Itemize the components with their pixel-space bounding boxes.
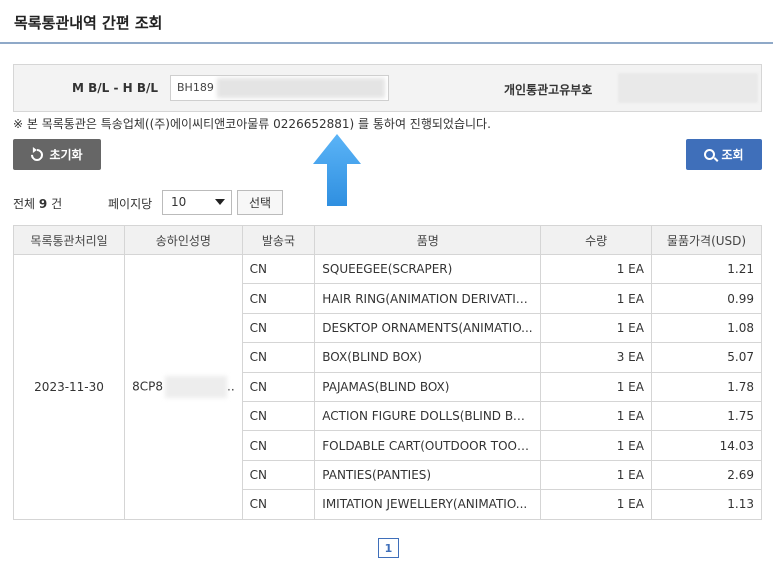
customs-id-label: 개인통관고유부호 — [504, 83, 593, 97]
mbl-hbl-label: M B/L - H B/L — [72, 81, 159, 95]
item-cell: BOX(BLIND BOX) — [314, 342, 542, 373]
reset-button-label: 초기화 — [49, 148, 83, 162]
qty-cell: 3 EA — [540, 342, 652, 373]
table-row: 2023-11-30 8CP8.. CN SQUEEGEE(SCRAPER) 1… — [12, 253, 763, 520]
qty-cell: 1 EA — [540, 400, 652, 432]
col-header-item: 품명 — [314, 225, 542, 255]
qty-cell: 1 EA — [540, 253, 652, 285]
origin-cell: CN — [241, 459, 316, 491]
up-arrow-icon — [313, 134, 361, 206]
qty-cell: 1 EA — [540, 489, 652, 520]
price-cell: 14.03 — [650, 430, 763, 461]
per-page-label: 페이지당 — [108, 197, 153, 211]
per-page-select[interactable]: 10 — [162, 190, 232, 215]
price-cell: 2.69 — [650, 459, 763, 491]
mbl-hbl-value: BH189 — [177, 81, 214, 94]
col-header-origin: 발송국 — [241, 225, 316, 255]
shipper-name-text: 8CP8 — [132, 379, 163, 394]
item-cell: ACTION FIGURE DOLLS(BLIND BOX) — [314, 400, 542, 432]
price-cell: 1.75 — [650, 400, 763, 432]
item-cell: SQUEEGEE(SCRAPER) — [314, 253, 542, 285]
reset-button[interactable]: 초기화 — [13, 139, 101, 170]
item-cell: DESKTOP ORNAMENTS(ANIMATIO... — [314, 312, 542, 344]
search-icon — [704, 149, 716, 160]
shipper-ellipsis: .. — [227, 379, 235, 394]
table-header-row: 목록통관처리일 송하인성명 발송국 품명 수량 물품가격(USD) — [12, 225, 763, 255]
page-title: 목록통관내역 간편 조회 — [14, 14, 163, 32]
price-cell: 1.13 — [650, 489, 763, 520]
qty-cell: 1 EA — [540, 312, 652, 344]
price-cell: 1.78 — [650, 371, 763, 402]
apply-per-page-button[interactable]: 선택 — [237, 190, 283, 215]
page-header: 목록통관내역 간편 조회 — [0, 0, 773, 44]
redacted-mask — [217, 78, 385, 98]
price-cell: 0.99 — [650, 283, 763, 314]
per-page-value: 10 — [171, 195, 187, 209]
price-cell: 5.07 — [650, 342, 763, 373]
item-cell: PAJAMAS(BLIND BOX) — [314, 371, 542, 402]
origin-cell: CN — [241, 342, 316, 373]
total-prefix: 전체 — [13, 197, 36, 211]
chevron-down-icon — [215, 199, 225, 205]
col-header-shipper: 송하인성명 — [124, 225, 243, 255]
origin-cell: CN — [241, 283, 316, 314]
customs-id-input[interactable] — [618, 73, 758, 103]
item-cell: IMITATION JEWELLERY(ANIMATIO... — [314, 489, 542, 520]
origin-cell: CN — [241, 312, 316, 344]
origin-cell: CN — [241, 489, 316, 520]
shipper-name: 8CP8.. — [124, 254, 243, 520]
search-button[interactable]: 조회 — [686, 139, 762, 170]
mbl-hbl-input[interactable]: BH189 — [170, 75, 389, 101]
qty-cell: 1 EA — [540, 459, 652, 491]
page-1-link[interactable]: 1 — [378, 538, 399, 558]
price-cell: 1.21 — [650, 253, 763, 285]
redacted-mask — [165, 375, 227, 398]
item-cell: HAIR RING(ANIMATION DERIVATIV... — [314, 283, 542, 314]
col-header-qty: 수량 — [540, 225, 652, 255]
origin-cell: CN — [241, 253, 316, 285]
origin-cell: CN — [241, 430, 316, 461]
courier-notice: ※ 본 목록통관은 특송업체((주)에이씨티앤코아물류 0226652881) … — [13, 117, 491, 131]
customs-result-table: 목록통관처리일 송하인성명 발송국 품명 수량 물품가격(USD) 2023-1… — [12, 225, 763, 520]
item-cell: PANTIES(PANTIES) — [314, 459, 542, 491]
search-button-label: 조회 — [721, 148, 744, 162]
origin-cell: CN — [241, 400, 316, 432]
price-cell: 1.08 — [650, 312, 763, 344]
qty-cell: 1 EA — [540, 371, 652, 402]
search-panel: M B/L - H B/L BH189 개인통관고유부호 — [13, 64, 762, 112]
col-header-date: 목록통관처리일 — [12, 225, 126, 255]
origin-cell: CN — [241, 371, 316, 402]
clearance-date: 2023-11-30 — [12, 254, 126, 520]
qty-cell: 1 EA — [540, 430, 652, 461]
item-cell: FOLDABLE CART(OUTDOOR TOOLS) — [314, 430, 542, 461]
total-suffix: 건 — [51, 197, 63, 211]
refresh-icon — [28, 146, 46, 163]
qty-cell: 1 EA — [540, 283, 652, 314]
col-header-price: 물품가격(USD) — [650, 225, 763, 255]
total-count: 전체 9 건 — [13, 195, 62, 212]
total-number: 9 — [38, 197, 48, 211]
